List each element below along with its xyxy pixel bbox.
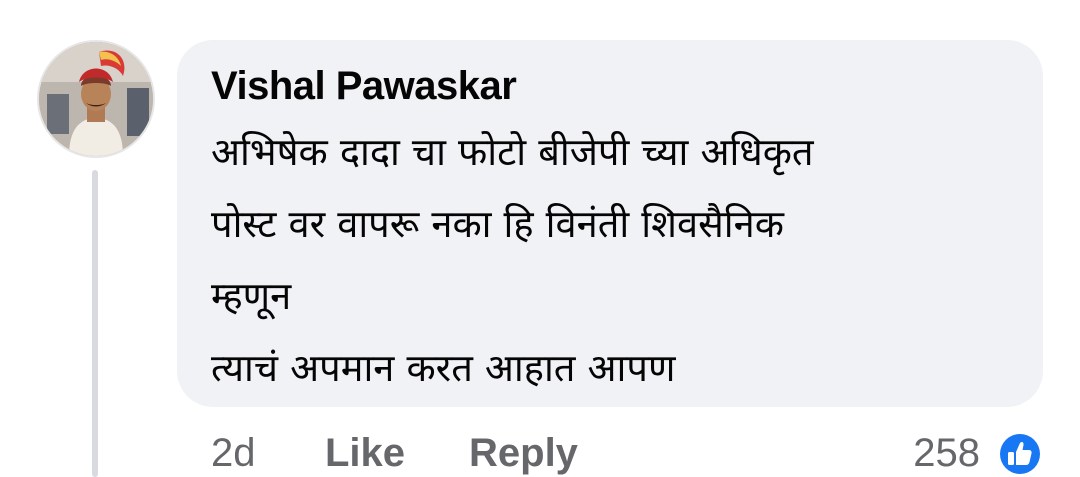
reaction-count[interactable]: 258	[913, 428, 980, 477]
thumbs-up-icon[interactable]	[996, 430, 1044, 477]
comment-text-line: म्हणून	[211, 274, 292, 318]
comment-text-line: त्याचं अपमान करत आहात आपण	[211, 346, 676, 390]
avatar-image	[39, 42, 153, 156]
reply-button[interactable]: Reply	[469, 428, 578, 477]
comment-text: अभिषेक दादा चा फोटो बीजेपी च्या अधिकृत प…	[211, 116, 1021, 404]
comment-actions: 2d Like Reply 258	[0, 428, 1080, 477]
comment-thread: Vishal Pawaskar अभिषेक दादा चा फोटो बीजे…	[0, 0, 1080, 477]
comment-timestamp[interactable]: 2d	[211, 428, 256, 477]
like-button[interactable]: Like	[325, 428, 405, 477]
comment-author-name[interactable]: Vishal Pawaskar	[211, 62, 517, 110]
comment-text-line: अभिषेक दादा चा फोटो बीजेपी च्या अधिकृत	[211, 130, 814, 174]
comment-text-line: पोस्ट वर वापरू नका हि विनंती शिवसैनिक	[211, 202, 784, 246]
user-avatar[interactable]	[37, 40, 155, 158]
